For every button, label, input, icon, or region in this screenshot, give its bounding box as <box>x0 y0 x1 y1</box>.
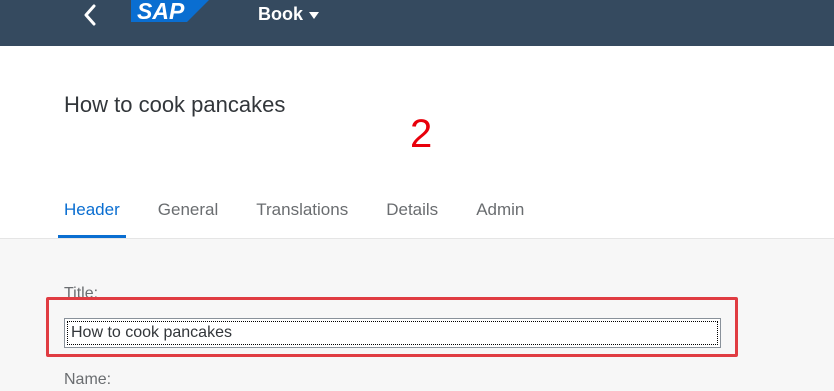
back-button[interactable] <box>78 2 102 28</box>
sap-logo: SAP <box>131 0 209 24</box>
name-label: Name: <box>64 371 112 388</box>
step-marker: 2 <box>410 112 433 156</box>
form-section: Title: Name: <box>0 239 834 391</box>
shell-bar: SAP Book <box>0 0 834 46</box>
tab-translations[interactable]: Translations <box>250 190 354 238</box>
app-title: Book <box>258 4 303 24</box>
tab-bar: Header General Translations Details Admi… <box>58 190 556 238</box>
title-input[interactable] <box>64 318 721 348</box>
tab-general[interactable]: General <box>152 190 224 238</box>
caret-down-icon <box>309 11 319 19</box>
object-title: How to cook pancakes <box>64 92 286 117</box>
app-title-menu[interactable]: Book <box>258 2 319 26</box>
tab-admin[interactable]: Admin <box>470 190 530 238</box>
object-header: How to cook pancakes 2 Header General Tr… <box>0 46 834 238</box>
chevron-left-icon <box>84 4 96 26</box>
tab-details[interactable]: Details <box>380 190 444 238</box>
logo-text: SAP <box>137 0 185 22</box>
tab-header[interactable]: Header <box>58 190 126 238</box>
